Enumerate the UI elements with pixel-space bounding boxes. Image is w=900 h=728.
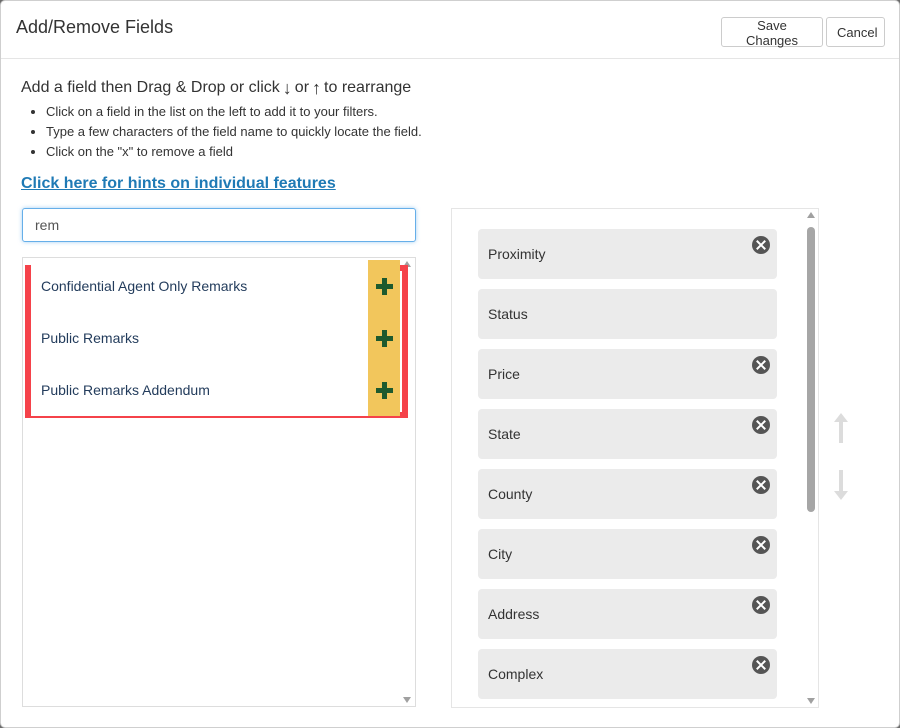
arrow-head <box>834 491 848 500</box>
result-item-label: Public Remarks <box>41 330 140 346</box>
scroll-up-icon[interactable] <box>807 212 815 218</box>
field-search-input[interactable] <box>22 208 416 242</box>
dialog-header: Add/Remove Fields Save Changes Cancel <box>1 1 899 59</box>
arrow-shaft <box>839 421 843 443</box>
scroll-down-icon[interactable] <box>403 697 411 703</box>
selected-field[interactable]: Status <box>478 289 777 339</box>
up-arrow-icon: ↑ <box>312 78 322 98</box>
instruction-item: Click on the "x" to remove a field <box>46 143 422 163</box>
result-item[interactable]: Confidential Agent Only Remarks <box>31 260 368 312</box>
plus-icon <box>375 381 393 399</box>
instructions-title-suffix: to rearrange <box>324 79 412 96</box>
selected-field-label: Price <box>488 366 520 382</box>
remove-field-icon[interactable] <box>752 236 770 254</box>
result-item[interactable]: Public Remarks <box>31 312 368 364</box>
plus-icon <box>375 277 393 295</box>
selected-field-label: Address <box>488 606 540 622</box>
remove-field-icon[interactable] <box>752 356 770 374</box>
dialog-title: Add/Remove Fields <box>16 17 174 37</box>
add-field-button[interactable] <box>368 260 400 312</box>
selected-field[interactable]: City <box>478 529 777 579</box>
right-scrollbar[interactable] <box>804 209 818 707</box>
selected-field-label: Proximity <box>488 246 546 262</box>
move-up-icon[interactable] <box>834 413 848 443</box>
result-item-label: Confidential Agent Only Remarks <box>41 278 248 294</box>
hints-link[interactable]: Click here for hints on individual featu… <box>21 175 336 193</box>
remove-field-icon[interactable] <box>752 416 770 434</box>
arrow-shaft <box>839 470 843 492</box>
selected-field-label: County <box>488 486 533 502</box>
move-down-icon[interactable] <box>834 470 848 500</box>
scroll-thumb[interactable] <box>807 227 815 512</box>
selected-fields-panel: Proximity Status Price State County City… <box>451 208 819 708</box>
down-arrow-icon: ↓ <box>282 78 292 98</box>
remove-field-icon[interactable] <box>752 596 770 614</box>
selected-field-label: Complex <box>488 666 544 682</box>
add-field-button[interactable] <box>368 312 400 364</box>
instruction-item: Type a few characters of the field name … <box>46 123 422 143</box>
result-item[interactable]: Public Remarks Addendum <box>31 364 368 416</box>
remove-field-icon[interactable] <box>752 536 770 554</box>
selected-field[interactable]: State <box>478 409 777 459</box>
add-field-button[interactable] <box>368 364 400 416</box>
selected-field[interactable]: Proximity <box>478 229 777 279</box>
add-remove-fields-dialog: Add/Remove Fields Save Changes Cancel Ad… <box>0 0 900 728</box>
selected-field-label: City <box>488 546 513 562</box>
scroll-down-icon[interactable] <box>807 698 815 704</box>
selected-field[interactable]: County <box>478 469 777 519</box>
plus-icon <box>375 329 393 347</box>
result-item-label: Public Remarks Addendum <box>41 382 210 398</box>
remove-field-icon[interactable] <box>752 476 770 494</box>
or-text: or <box>294 79 310 96</box>
selected-field[interactable]: Complex <box>478 649 777 699</box>
instruction-item: Click on a field in the list on the left… <box>46 103 422 123</box>
instructions-title-text: Add a field then Drag & Drop or click <box>21 79 280 96</box>
selected-field-label: State <box>488 426 521 442</box>
selected-field[interactable]: Price <box>478 349 777 399</box>
instructions-list: Click on a field in the list on the left… <box>26 103 422 163</box>
selected-field-label: Status <box>488 306 528 322</box>
selected-field[interactable]: Address <box>478 589 777 639</box>
instructions-title: Add a field then Drag & Drop or click ↓ … <box>21 79 411 97</box>
remove-field-icon[interactable] <box>752 656 770 674</box>
cancel-button[interactable]: Cancel <box>826 17 885 47</box>
save-changes-button[interactable]: Save Changes <box>721 17 823 48</box>
